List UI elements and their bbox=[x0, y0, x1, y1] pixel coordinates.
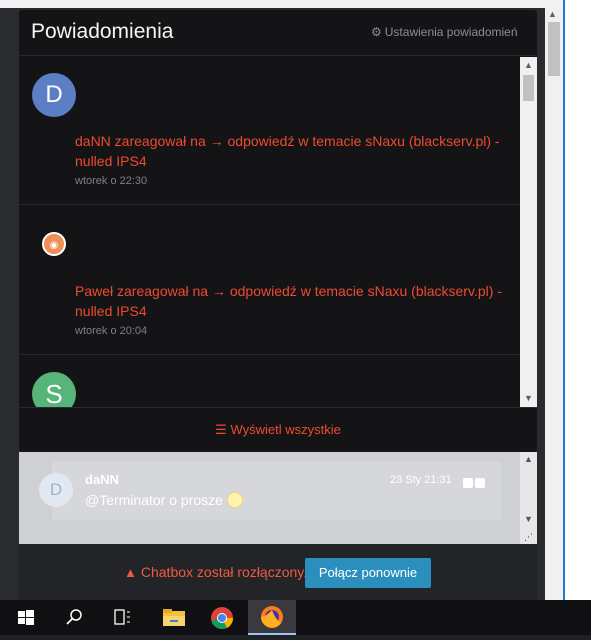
warning-icon: ▲ bbox=[124, 565, 137, 580]
chat-timestamp: 23 Sty 21:31 bbox=[390, 474, 452, 486]
file-explorer-button[interactable] bbox=[150, 600, 198, 635]
search-button[interactable] bbox=[50, 600, 98, 635]
chat-actions bbox=[461, 475, 485, 493]
chat-scrollbar[interactable]: ▲ ▼ ⋰ bbox=[520, 452, 537, 544]
windows-start-button[interactable] bbox=[0, 600, 48, 635]
scroll-up-icon[interactable]: ▲ bbox=[524, 454, 533, 464]
chat-message bbox=[52, 462, 502, 520]
avatar[interactable]: S bbox=[32, 372, 76, 407]
browser-window: D daNN @Terminator o prosze 23 Sty 21:31… bbox=[0, 0, 565, 600]
browser-top-strip bbox=[0, 0, 565, 8]
page-scrollbar[interactable] bbox=[545, 8, 563, 600]
settings-label: Ustawienia powiadomień bbox=[384, 25, 518, 39]
notification-text[interactable]: daNN zareagował na → odpowiedź w temacie… bbox=[75, 131, 515, 171]
chatbox: D daNN @Terminator o prosze 23 Sty 21:31… bbox=[19, 452, 537, 544]
minus-icon[interactable] bbox=[475, 478, 485, 488]
scroll-down-icon[interactable]: ▼ bbox=[524, 393, 533, 403]
page-scrollbar-thumb[interactable] bbox=[548, 22, 560, 76]
notification-text[interactable]: Paweł zareagował na → odpowiedź w temaci… bbox=[75, 281, 515, 321]
notification-item[interactable]: D daNN zareagował na → odpowiedź w temac… bbox=[19, 57, 520, 205]
chat-text: @Terminator o prosze bbox=[85, 492, 243, 508]
avatar[interactable]: ◉ bbox=[42, 232, 66, 256]
list-icon: ☰ bbox=[215, 422, 231, 437]
gear-icon: ⚙ bbox=[371, 25, 382, 39]
taskbar bbox=[0, 600, 591, 635]
notification-time: wtorek o 20:04 bbox=[75, 325, 148, 337]
disconnect-status: ▲ Chatbox został rozłączony. bbox=[124, 564, 307, 580]
edit-icon[interactable] bbox=[463, 478, 473, 488]
notification-scrollbar[interactable]: ▲ ▼ bbox=[520, 57, 537, 407]
folder-icon bbox=[163, 609, 185, 626]
task-view-icon bbox=[114, 609, 130, 625]
scroll-up-icon[interactable]: ▲ bbox=[548, 9, 557, 19]
chat-author[interactable]: daNN bbox=[85, 472, 119, 487]
chat-footer: ▲ Chatbox został rozłączony. Połącz ponow… bbox=[19, 544, 537, 600]
view-all-label: Wyświetl wszystkie bbox=[230, 422, 341, 437]
windows-logo-icon bbox=[18, 610, 34, 625]
notification-item[interactable]: S bbox=[19, 355, 520, 407]
notification-list: D daNN zareagował na → odpowiedź w temac… bbox=[19, 57, 520, 407]
scroll-down-icon[interactable]: ▼ bbox=[524, 514, 533, 524]
desktop-strip bbox=[565, 0, 591, 600]
notification-time: wtorek o 22:30 bbox=[75, 175, 148, 187]
avatar[interactable]: D bbox=[32, 73, 76, 117]
scroll-up-icon[interactable]: ▲ bbox=[524, 60, 533, 70]
chrome-button[interactable] bbox=[198, 600, 246, 635]
notification-settings-link[interactable]: ⚙ Ustawienia powiadomień bbox=[371, 25, 518, 39]
notification-item[interactable]: ◉ Paweł zareagował na → odpowiedź w tema… bbox=[19, 205, 520, 355]
smile-emoji-icon bbox=[226, 492, 243, 508]
reconnect-button[interactable]: Połącz ponownie bbox=[305, 558, 431, 588]
chrome-icon bbox=[211, 607, 234, 630]
popover-header: Powiadomienia ⚙ Ustawienia powiadomień bbox=[19, 10, 537, 56]
popover-footer: ☰ Wyświetl wszystkie bbox=[19, 407, 537, 452]
firefox-button[interactable] bbox=[248, 600, 296, 635]
search-icon bbox=[66, 609, 82, 625]
disconnect-text: Chatbox został rozłączony. bbox=[140, 564, 308, 580]
view-all-link[interactable]: ☰ Wyświetl wszystkie bbox=[215, 422, 341, 438]
chat-text-content: @Terminator o prosze bbox=[85, 492, 223, 508]
task-view-button[interactable] bbox=[98, 600, 146, 635]
notifications-popover: Powiadomienia ⚙ Ustawienia powiadomień D … bbox=[19, 10, 537, 452]
firefox-icon bbox=[261, 606, 283, 628]
scrollbar-thumb[interactable] bbox=[523, 75, 534, 101]
popover-title: Powiadomienia bbox=[31, 20, 174, 43]
avatar[interactable]: D bbox=[39, 473, 73, 507]
resize-grip-icon[interactable]: ⋰ bbox=[524, 532, 533, 543]
